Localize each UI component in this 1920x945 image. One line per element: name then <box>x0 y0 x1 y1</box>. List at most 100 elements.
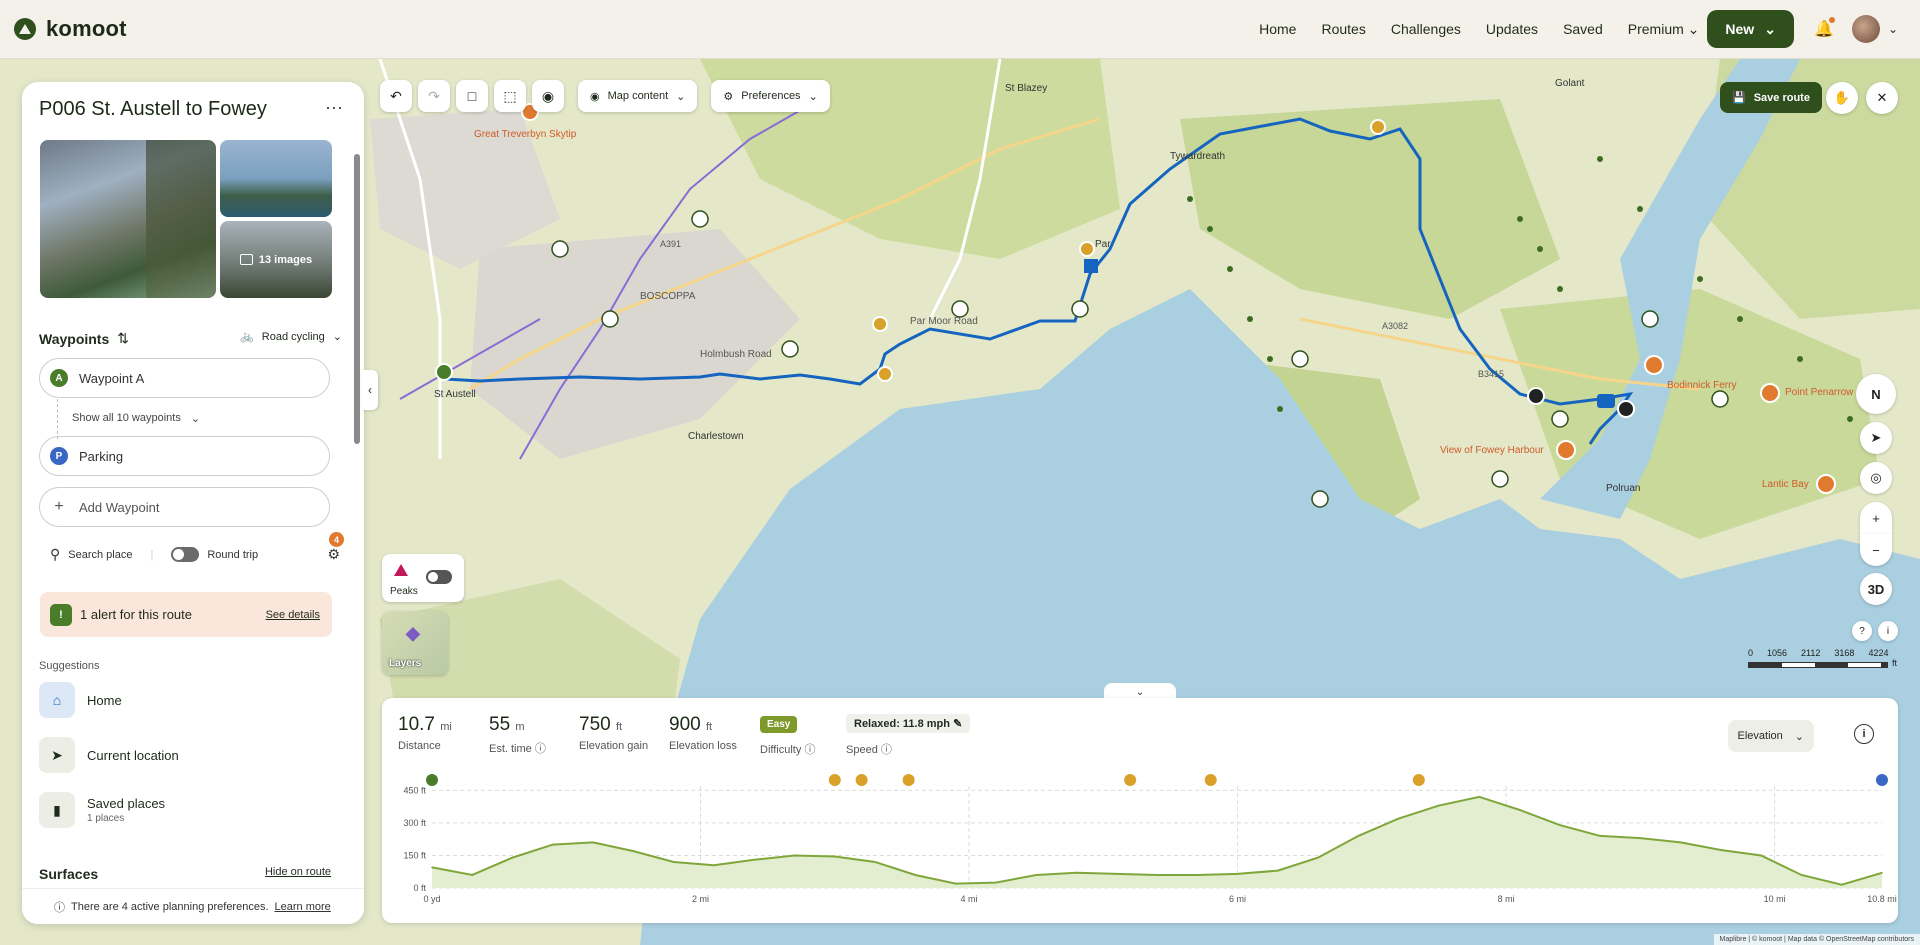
elevation-point <box>713 864 715 867</box>
waypoint-start-field[interactable]: A Waypoint A <box>39 358 330 398</box>
image-icon <box>239 254 253 265</box>
elevation-point <box>833 855 836 858</box>
sport-selector[interactable]: 🚲 Road cycling ⌄ <box>240 330 342 344</box>
save-route-label: Save route <box>1753 91 1810 104</box>
scale-bar-row: ft <box>1748 658 1897 668</box>
three-d-button[interactable]: 3D <box>1860 573 1892 605</box>
x-tick-label: 10 mi <box>1764 894 1786 904</box>
komoot-logo[interactable]: komoot <box>14 16 127 42</box>
touch-mode-button[interactable]: ✋ <box>1826 82 1858 114</box>
x-tick-label: 6 mi <box>1229 894 1246 904</box>
chevron-down-icon[interactable]: ⌄ <box>1888 22 1898 36</box>
map-content-dropdown[interactable]: ◉ Map content ⌄ <box>578 80 698 112</box>
nav-premium[interactable]: Premium ⌄ <box>1628 21 1700 38</box>
suggestion-home[interactable]: ⌂ Home <box>39 682 122 718</box>
elevation-point <box>1599 835 1601 837</box>
locate-me-button[interactable]: ➤ <box>1860 422 1892 454</box>
fit-route-button[interactable]: ◎ <box>1860 462 1892 494</box>
suggestion-current-location[interactable]: ➤ Current location <box>39 737 179 773</box>
surfaces-section: Surfaces Hide on route <box>39 866 331 882</box>
map-label-holmbush-road: Holmbush Road <box>700 349 772 360</box>
save-route-button[interactable]: 💾 Save route <box>1720 82 1822 113</box>
round-trip-label: Round trip <box>207 548 259 561</box>
map-label-lantic-bay: Lantic Bay <box>1762 479 1809 490</box>
waypoint-end-field[interactable]: P Parking <box>39 436 330 476</box>
route-photo-main[interactable] <box>40 140 216 298</box>
focus-icon: ◎ <box>1870 470 1882 485</box>
route-title[interactable]: P006 St. Austell to Fowey <box>39 98 267 121</box>
map-content-label: Map content <box>607 90 669 102</box>
nav-routes[interactable]: Routes <box>1321 21 1365 37</box>
route-photos-more[interactable]: 13 images <box>220 221 332 298</box>
zoom-in-icon: + <box>1872 510 1880 526</box>
add-waypoint-field[interactable]: + Add Waypoint <box>39 487 330 527</box>
see-details-link[interactable]: See details <box>266 609 320 621</box>
x-tick-label: 0 yd <box>423 894 440 904</box>
zoom-out-button[interactable]: − <box>1860 534 1892 566</box>
info-icon: ⓘ <box>54 901 65 914</box>
hide-on-route-link[interactable]: Hide on route <box>265 866 331 882</box>
map-label-view-fowey: View of Fowey Harbour <box>1440 445 1544 456</box>
search-place-button[interactable]: Search place <box>68 549 132 561</box>
suggestion-saved-places[interactable]: ▮ Saved places 1 places <box>39 792 165 828</box>
panel-scrollbar[interactable] <box>354 154 360 444</box>
add-waypoint-label: Add Waypoint <box>79 499 160 515</box>
location-arrow-icon: ➤ <box>1870 430 1882 445</box>
info-button[interactable]: i <box>1878 621 1898 641</box>
elevation-point <box>1720 849 1722 851</box>
peaks-toggle-card[interactable]: Peaks <box>382 554 464 602</box>
peaks-toggle[interactable] <box>426 570 452 584</box>
chart-waypoint-marker <box>902 774 915 786</box>
round-trip-toggle[interactable] <box>171 547 200 562</box>
crop-button[interactable]: □ <box>456 80 488 112</box>
more-options-icon[interactable]: ⋯ <box>325 98 344 119</box>
new-button[interactable]: New ⌄ <box>1707 10 1794 48</box>
learn-more-link[interactable]: Learn more <box>275 901 331 913</box>
layers-icon: ◆ <box>406 623 420 643</box>
route-photo-secondary[interactable] <box>220 140 332 217</box>
new-button-label: New <box>1725 21 1755 37</box>
images-count: 13 images <box>258 253 313 266</box>
elevation-point <box>592 841 594 844</box>
compass-button[interactable]: N <box>1856 374 1896 414</box>
undo-button[interactable]: ↶ <box>380 80 412 112</box>
preferences-count-badge: 4 <box>329 532 344 547</box>
collapse-panel-button[interactable]: ‹ <box>362 370 378 410</box>
compass-north-label: N <box>1871 386 1881 402</box>
preferences-dropdown[interactable]: ⚙ Preferences ⌄ <box>711 80 830 112</box>
select-area-button[interactable]: ⬚ <box>494 80 526 112</box>
redo-button[interactable]: ↷ <box>418 80 450 112</box>
layers-button[interactable]: ◆ Layers <box>382 611 448 675</box>
close-icon: ✕ <box>1876 90 1888 105</box>
close-planner-button[interactable]: ✕ <box>1866 82 1898 114</box>
scale-bar <box>1748 662 1888 668</box>
sliders-icon: ⚙ <box>327 546 340 562</box>
visibility-button[interactable]: ◉ <box>532 80 564 112</box>
map-attribution[interactable]: Maplibre | © komoot | Map data © OpenStr… <box>1713 934 1920 945</box>
user-avatar[interactable] <box>1851 15 1880 43</box>
plus-icon: + <box>54 498 64 515</box>
elevation-chart[interactable]: 0 ft 150 ft 300 ft 450 ft 0 yd 2 mi 4 mi 6 mi 8 … <box>382 698 1898 923</box>
scale-tick: 0 <box>1748 648 1754 658</box>
zoom-in-button[interactable]: + <box>1860 502 1892 534</box>
nav-saved[interactable]: Saved <box>1563 21 1603 37</box>
elevation-point <box>1478 796 1481 798</box>
chart-waypoint-marker <box>828 774 841 786</box>
elevation-point <box>632 850 635 852</box>
map-pin-icon: ◉ <box>590 90 600 103</box>
show-all-waypoints[interactable]: Show all 10 waypoints ⌄ <box>72 412 200 425</box>
notifications-bell-icon[interactable]: 🔔 <box>1812 17 1836 41</box>
help-button[interactable]: ? <box>1852 621 1872 641</box>
nav-home[interactable]: Home <box>1259 21 1296 37</box>
nav-updates[interactable]: Updates <box>1486 21 1538 37</box>
zoom-out-icon: − <box>1872 542 1880 558</box>
map-label-par-moor-road: Par Moor Road <box>910 316 978 327</box>
preferences-label: Preferences <box>741 90 801 102</box>
reverse-route-icon[interactable]: ⇅ <box>117 330 129 347</box>
crop-icon: □ <box>467 88 477 104</box>
nav-challenges[interactable]: Challenges <box>1391 21 1461 37</box>
map-label-b3415: B3415 <box>1478 369 1505 379</box>
planning-preferences-button[interactable]: ⚙ 4 <box>327 532 344 563</box>
map-label-polruan: Polruan <box>1606 483 1641 494</box>
gear-icon: ⚙ <box>723 90 734 103</box>
